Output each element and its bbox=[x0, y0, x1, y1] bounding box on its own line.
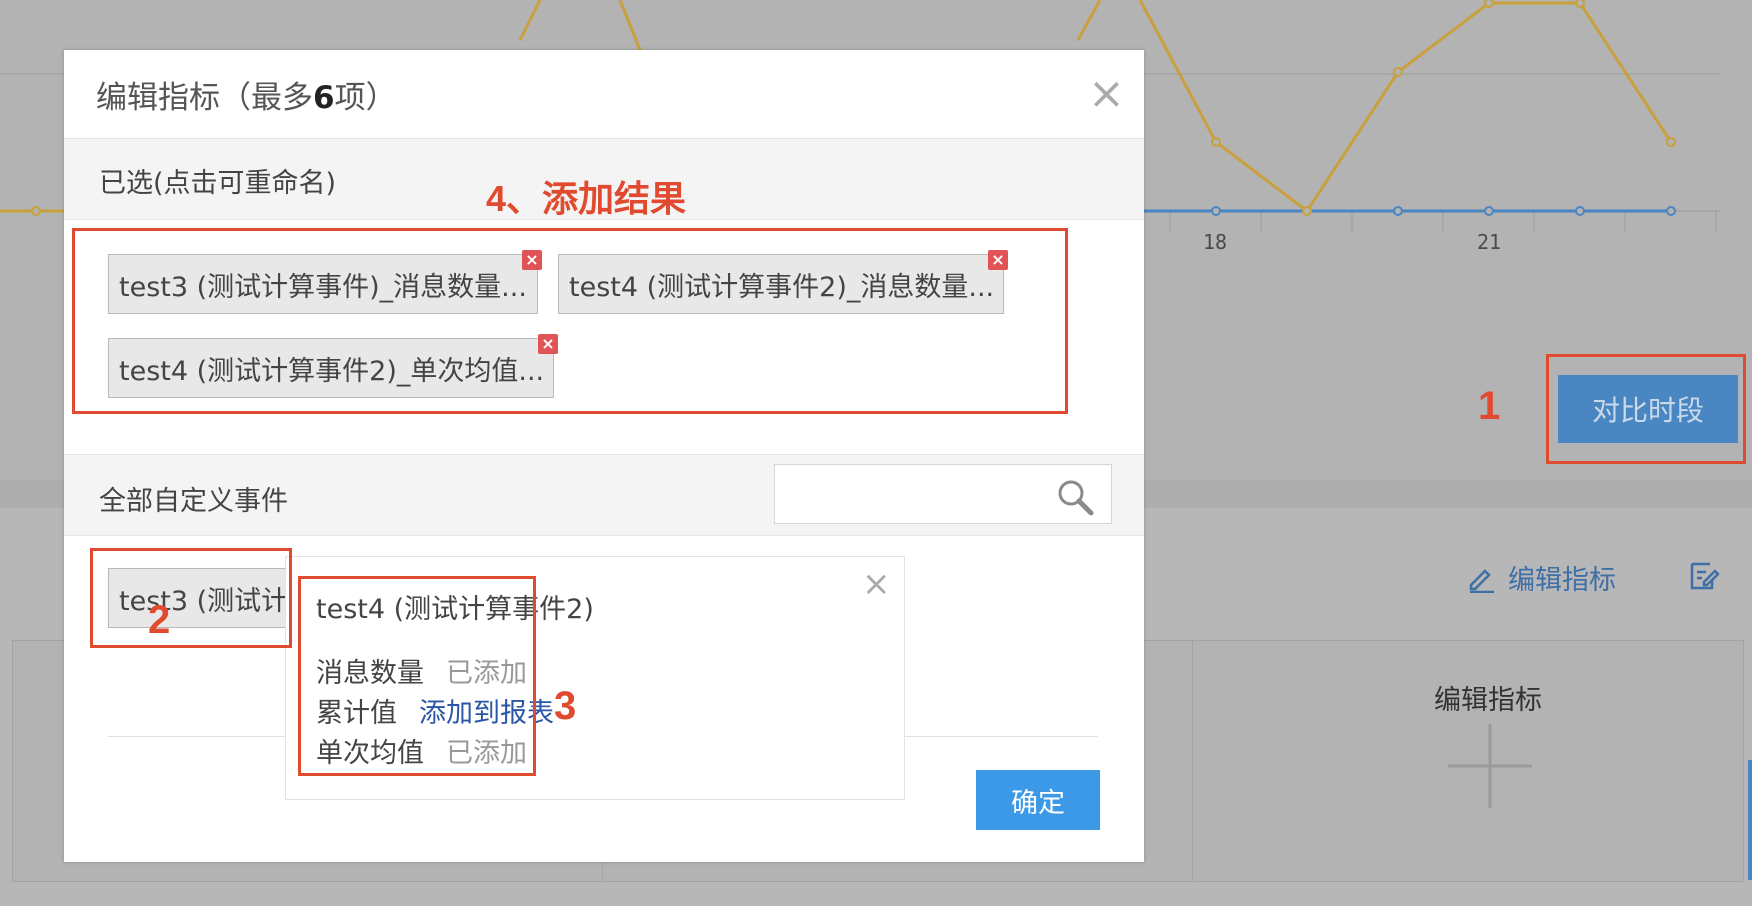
annotation-box-step4 bbox=[72, 228, 1068, 414]
series-line-gold-main bbox=[1138, 0, 1673, 214]
annotation-step4: 4、添加结果 bbox=[486, 178, 687, 219]
dialog-close-icon[interactable]: × bbox=[1088, 72, 1125, 116]
all-events-section-label: 全部自定义事件 bbox=[99, 486, 288, 517]
selected-section-label: 已选(点击可重命名) bbox=[99, 168, 337, 199]
annotation-box-step2 bbox=[90, 548, 292, 648]
search-icon[interactable] bbox=[1055, 477, 1095, 517]
add-metric-card-title: 编辑指标 bbox=[1434, 685, 1542, 716]
dialog-title: 编辑指标（最多6项） bbox=[96, 72, 397, 117]
event-search-input[interactable] bbox=[779, 469, 1053, 519]
annotation-box-step1 bbox=[1546, 354, 1746, 464]
chart-tick-marks bbox=[1169, 211, 1717, 232]
series-line-gold-right bbox=[1076, 0, 1102, 41]
annotation-step3: 3 bbox=[554, 684, 577, 728]
dialog-title-count: 6 bbox=[313, 80, 335, 116]
series-line-gold-left2 bbox=[618, 0, 642, 51]
series-line-gold-left bbox=[518, 0, 542, 41]
x-tick-label: 21 bbox=[1477, 230, 1502, 254]
dialog-title-suffix: 项） bbox=[334, 80, 397, 116]
scroll-indicator bbox=[1748, 760, 1752, 880]
event-search-field[interactable] bbox=[774, 464, 1112, 524]
annotation-step1: 1 bbox=[1478, 384, 1501, 428]
export-icon[interactable] bbox=[1688, 560, 1720, 592]
popover-close-icon[interactable]: × bbox=[862, 567, 891, 601]
edit-metrics-link-label: 编辑指标 bbox=[1508, 565, 1616, 596]
dialog-header: 编辑指标（最多6项） × bbox=[64, 50, 1144, 139]
annotation-step2: 2 bbox=[148, 598, 171, 642]
edit-metrics-dialog: 编辑指标（最多6项） × 已选(点击可重命名) test3 (测试计算事件)_消… bbox=[64, 50, 1144, 862]
confirm-button[interactable]: 确定 bbox=[976, 770, 1100, 830]
plus-icon[interactable] bbox=[1448, 724, 1532, 808]
edit-metrics-link[interactable]: 编辑指标 bbox=[1466, 558, 1616, 597]
annotation-box-step3 bbox=[298, 576, 536, 776]
x-tick-label: 18 bbox=[1203, 230, 1228, 254]
pencil-icon bbox=[1469, 568, 1494, 593]
dialog-title-prefix: 编辑指标（最多 bbox=[96, 80, 313, 116]
